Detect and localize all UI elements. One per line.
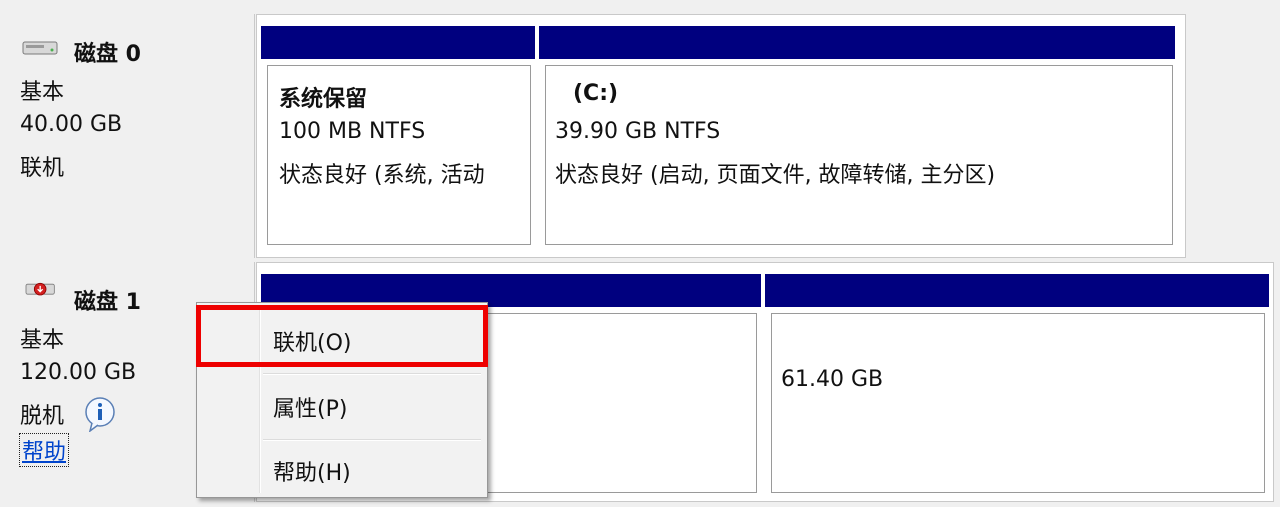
partition-title: (C:) bbox=[573, 81, 619, 106]
disk1-size: 120.00 GB bbox=[20, 360, 137, 385]
menu-item-label: 属性(P) bbox=[273, 397, 348, 422]
menu-item-help[interactable]: 帮助(H) bbox=[197, 441, 487, 499]
info-icon[interactable] bbox=[82, 396, 118, 432]
disk-icon bbox=[22, 41, 58, 55]
partition-status: 状态良好 (启动, 页面文件, 故障转储, 主分区) bbox=[555, 163, 996, 188]
partition-bar bbox=[261, 26, 535, 59]
partition-title: 系统保留 bbox=[279, 87, 368, 112]
partition-status: 状态良好 (系统, 活动 bbox=[279, 163, 485, 188]
partition-size: 39.90 GB NTFS bbox=[555, 119, 721, 144]
menu-separator bbox=[263, 373, 481, 375]
disk0-partition-strip: 系统保留 100 MB NTFS 状态良好 (系统, 活动 (C:) 39.90… bbox=[256, 14, 1186, 258]
partition-size: 61.40 GB bbox=[781, 367, 884, 392]
partition-bar bbox=[539, 26, 1175, 59]
help-link[interactable]: 帮助 bbox=[18, 433, 70, 467]
menu-item-label: 帮助(H) bbox=[273, 461, 351, 486]
disk0-status: 联机 bbox=[20, 156, 65, 181]
disk0-type: 基本 bbox=[20, 80, 65, 105]
disk1-status: 脱机 bbox=[20, 404, 65, 429]
disk0-size: 40.00 GB bbox=[20, 112, 123, 137]
partition-bar bbox=[765, 274, 1269, 307]
disk1-type: 基本 bbox=[20, 328, 65, 353]
offline-disk-icon bbox=[25, 282, 55, 296]
partition-c[interactable] bbox=[545, 65, 1173, 245]
highlight-box bbox=[196, 305, 488, 367]
partition-size: 100 MB NTFS bbox=[279, 119, 426, 144]
menu-item-properties[interactable]: 属性(P) bbox=[197, 377, 487, 435]
partition-61gb[interactable] bbox=[771, 313, 1265, 493]
disk0-title: 磁盘 0 bbox=[74, 42, 141, 67]
disk0-panel[interactable]: 磁盘 0 基本 40.00 GB 联机 bbox=[0, 14, 255, 258]
disk1-title: 磁盘 1 bbox=[74, 290, 141, 315]
